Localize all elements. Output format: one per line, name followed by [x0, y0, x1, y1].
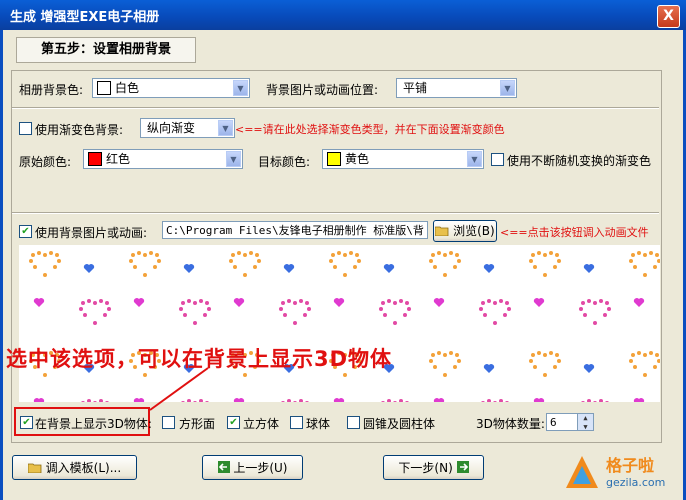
sphere-checkbox[interactable]: [290, 416, 303, 429]
spin-icon[interactable]: ▲ ▼: [577, 414, 593, 430]
count-label: 3D物体数量:: [476, 417, 545, 431]
sphere-label: 球体: [306, 417, 331, 431]
prev-label: 上一步(U): [233, 461, 288, 475]
show3d-label: 在背景上显示3D物体:: [35, 417, 152, 431]
load-template-label: 调入模板(L)...: [45, 461, 122, 475]
next-button[interactable]: 下一步(N): [383, 455, 484, 480]
watermark-url: gezila.com: [606, 476, 666, 489]
show3d-checkbox[interactable]: ✔: [20, 416, 33, 429]
arrow-right-icon: [456, 457, 469, 481]
count-stepper[interactable]: 6 ▲ ▼: [546, 413, 594, 431]
square-face-label: 方形面: [179, 417, 216, 431]
logo-icon: [566, 456, 598, 488]
watermark-logo: 格子啦 gezila.com: [562, 448, 682, 498]
arrow-left-icon: [217, 457, 230, 481]
cube-label: 立方体: [243, 417, 280, 431]
square-face-checkbox[interactable]: [162, 416, 175, 429]
cone-label: 圆锥及圆柱体: [363, 417, 436, 431]
next-label: 下一步(N): [398, 461, 453, 475]
folder-icon: [27, 457, 42, 481]
cube-checkbox[interactable]: ✔: [227, 416, 240, 429]
count-value: 6: [550, 416, 557, 429]
cone-checkbox[interactable]: [347, 416, 360, 429]
watermark-brand: 格子啦: [606, 456, 655, 475]
prev-button[interactable]: 上一步(U): [202, 455, 303, 480]
load-template-button[interactable]: 调入模板(L)...: [12, 455, 137, 480]
